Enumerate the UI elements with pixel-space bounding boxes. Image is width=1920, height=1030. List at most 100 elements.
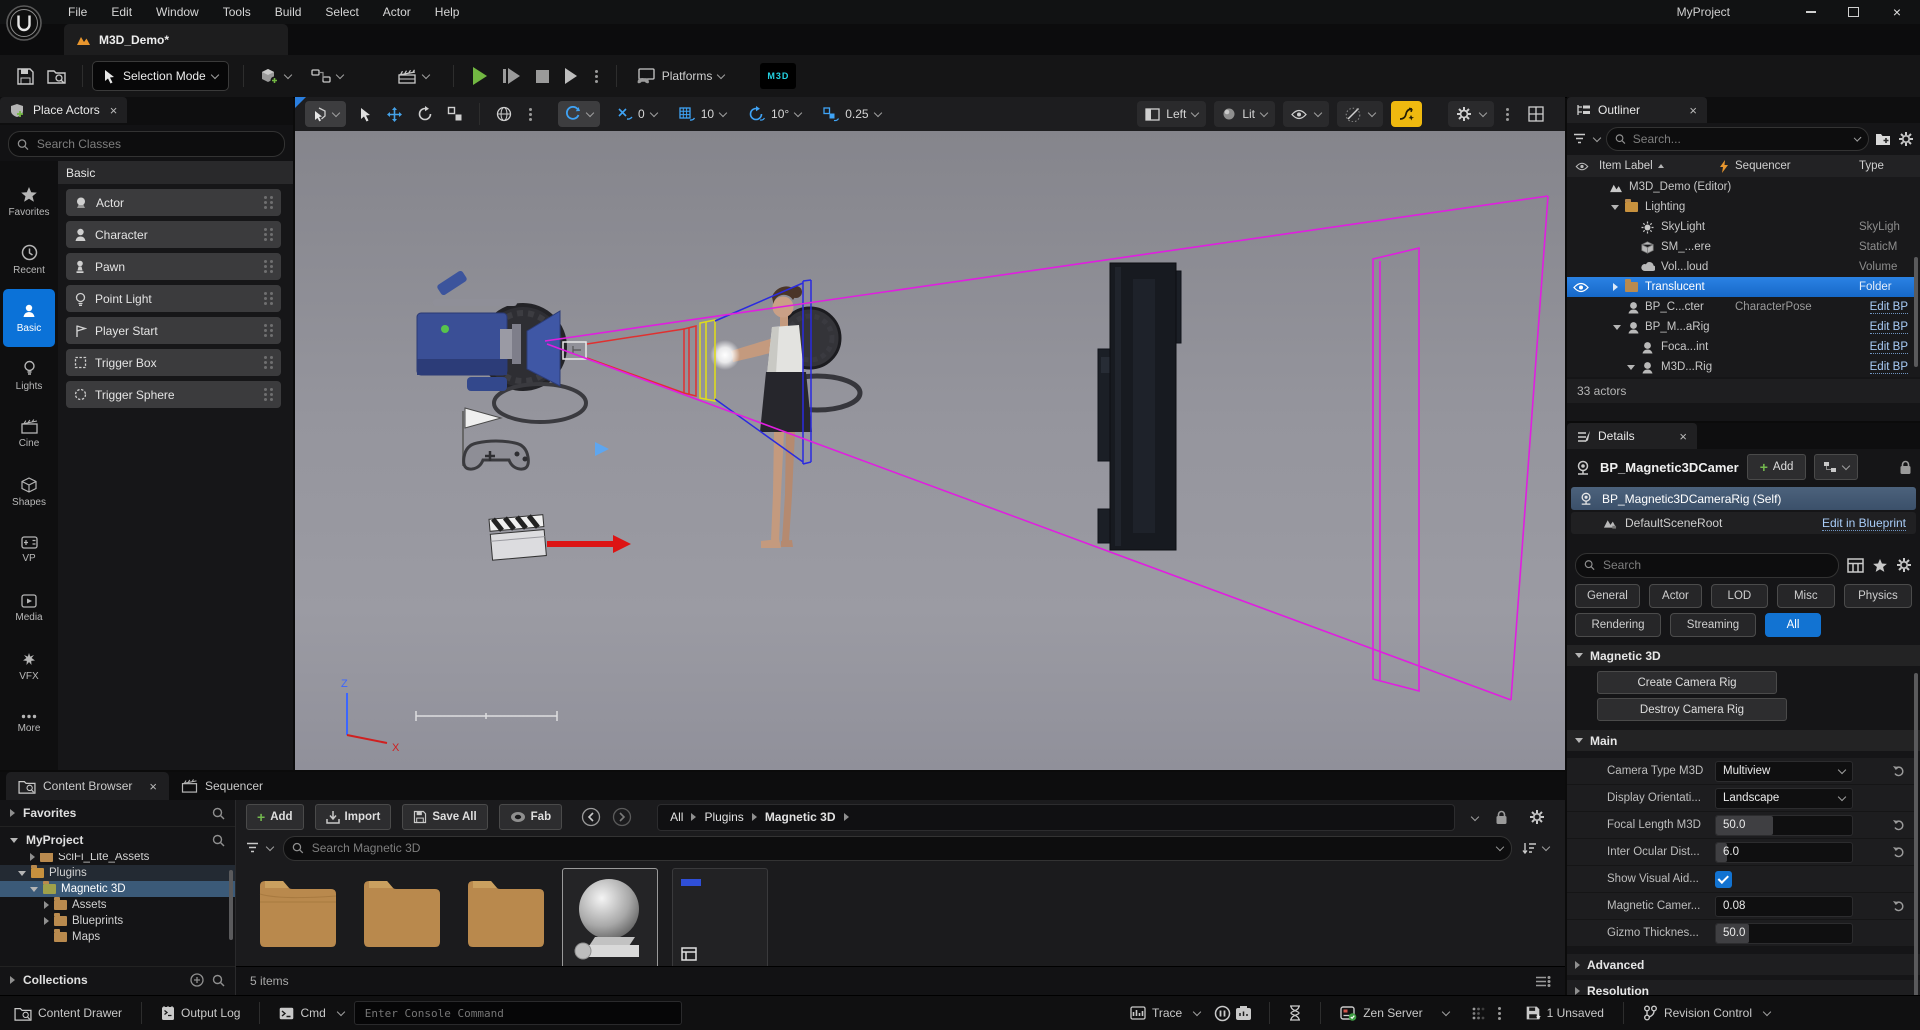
sequencer-tab[interactable]: Sequencer: [169, 772, 275, 800]
outliner-row[interactable]: SkyLight SkyLigh: [1567, 217, 1916, 237]
blueprints-dropdown[interactable]: [305, 61, 349, 91]
tree-assets[interactable]: Assets: [0, 897, 235, 913]
details-search-input[interactable]: [1601, 557, 1830, 573]
rail-recent[interactable]: Recent: [0, 231, 58, 289]
details-search-box[interactable]: [1575, 553, 1839, 578]
fab-button[interactable]: Fab: [499, 804, 562, 830]
magnetic-camera-input[interactable]: 0.08: [1715, 896, 1853, 917]
rotate-tool[interactable]: [410, 101, 440, 127]
asset-folder-tile[interactable]: [358, 872, 446, 967]
menu-actor[interactable]: Actor: [371, 0, 423, 24]
chip-streaming[interactable]: Streaming: [1670, 613, 1756, 637]
place-item-point-light[interactable]: Point Light: [66, 285, 281, 312]
close-icon[interactable]: ×: [1689, 103, 1697, 118]
rail-favorites[interactable]: Favorites: [0, 173, 58, 231]
chip-general[interactable]: General: [1575, 584, 1640, 608]
unreal-logo[interactable]: [5, 4, 43, 42]
camera-type-dropdown[interactable]: Multiview: [1715, 761, 1853, 782]
add-collection-icon[interactable]: [190, 973, 204, 987]
destroy-camera-rig-button[interactable]: Destroy Camera Rig: [1597, 698, 1787, 721]
output-log-button[interactable]: Output Log: [151, 996, 250, 1030]
save-button[interactable]: [10, 61, 41, 91]
tree-maps[interactable]: Maps: [0, 929, 235, 945]
cb-view-options-icon[interactable]: [1535, 975, 1551, 988]
view-perspective-dropdown[interactable]: Left: [1137, 101, 1206, 127]
section-main[interactable]: Main: [1567, 730, 1920, 751]
new-folder-icon[interactable]: [1875, 132, 1892, 146]
column-sequencer[interactable]: Sequencer: [1735, 160, 1791, 172]
favorites-icon[interactable]: [1872, 558, 1888, 573]
edit-in-blueprint-link[interactable]: Edit in Blueprint: [1822, 516, 1906, 531]
menu-select[interactable]: Select: [313, 0, 370, 24]
console-input-wrap[interactable]: [354, 1001, 682, 1025]
viewport-options-dots[interactable]: [1506, 113, 1509, 116]
reset-icon[interactable]: [1892, 900, 1905, 912]
myproject-group[interactable]: MyProject: [0, 826, 235, 853]
rail-lights[interactable]: Lights: [0, 347, 58, 405]
display-orientation-dropdown[interactable]: Landscape: [1715, 788, 1853, 809]
chip-actor[interactable]: Actor: [1649, 584, 1702, 608]
outliner-scrollbar[interactable]: [1914, 257, 1918, 367]
viewport-panel[interactable]: 0 10 10° 0.25 Left Lit: [295, 97, 1565, 770]
reset-icon[interactable]: [1892, 765, 1905, 777]
show-visual-aid-checkbox[interactable]: [1715, 871, 1732, 888]
close-icon[interactable]: ×: [149, 779, 157, 794]
tree-blueprints[interactable]: Blueprints: [0, 913, 235, 929]
component-row-root[interactable]: DefaultSceneRoot Edit in Blueprint: [1571, 512, 1916, 534]
derived-data-icon[interactable]: [1471, 1006, 1486, 1021]
outliner-tab[interactable]: Outliner ×: [1567, 97, 1707, 123]
cb-filter-dropdown[interactable]: [246, 842, 273, 854]
collections-group[interactable]: Collections: [0, 966, 235, 993]
menu-help[interactable]: Help: [423, 0, 472, 24]
asset-folder-tile[interactable]: [254, 872, 342, 967]
back-button[interactable]: [581, 807, 601, 827]
lit-mode-dropdown[interactable]: Lit: [1214, 101, 1275, 127]
rail-media[interactable]: Media: [0, 579, 58, 637]
add-component-button[interactable]: + Add: [1747, 454, 1807, 480]
tree-plugins[interactable]: Plugins: [0, 865, 235, 881]
tree-magnetic-3d[interactable]: Magnetic 3D: [0, 881, 235, 897]
gizmo-thickness-input[interactable]: 50.0: [1715, 923, 1853, 944]
rail-basic[interactable]: Basic: [3, 289, 55, 347]
scale-tool[interactable]: [440, 101, 470, 127]
section-advanced[interactable]: Advanced: [1567, 954, 1920, 975]
cinematics-dropdown[interactable]: [391, 61, 435, 91]
edit-bp-link[interactable]: Edit BP: [1870, 321, 1908, 334]
window-minimize-button[interactable]: [1790, 0, 1832, 24]
place-item-trigger-sphere[interactable]: Trigger Sphere: [66, 381, 281, 408]
quad-layout-button[interactable]: [1521, 101, 1551, 127]
snapshot-icon[interactable]: [1235, 1005, 1252, 1021]
play-button[interactable]: [473, 67, 487, 85]
outliner-search-box[interactable]: [1606, 127, 1869, 151]
import-button[interactable]: Import: [315, 804, 392, 830]
menu-build[interactable]: Build: [263, 0, 314, 24]
edit-bp-link[interactable]: Edit BP: [1870, 301, 1908, 314]
column-item-label[interactable]: Item Label: [1599, 160, 1653, 172]
blueprint-edit-dropdown[interactable]: [1814, 454, 1858, 480]
browse-content-button[interactable]: [41, 61, 73, 91]
rotation-snap-dropdown[interactable]: 10°: [741, 101, 808, 127]
status-options-dots[interactable]: [1498, 1012, 1501, 1015]
save-all-button[interactable]: Save All: [402, 804, 487, 830]
outliner-row[interactable]: BP_M...aRig Edit BP: [1567, 317, 1916, 337]
lock-icon[interactable]: [1899, 460, 1912, 475]
frame-skip-button[interactable]: [503, 68, 520, 84]
trace-dropdown[interactable]: Trace: [1120, 996, 1210, 1030]
content-drawer-button[interactable]: Content Drawer: [4, 996, 132, 1030]
place-item-trigger-box[interactable]: Trigger Box: [66, 349, 281, 376]
insights-pause-icon[interactable]: [1214, 1005, 1231, 1022]
menu-tools[interactable]: Tools: [211, 0, 263, 24]
close-icon[interactable]: ×: [1679, 429, 1687, 444]
eject-detach-button[interactable]: [565, 68, 577, 84]
place-actors-tab[interactable]: Place Actors ×: [0, 97, 127, 123]
select-tool[interactable]: [352, 101, 379, 127]
viewport-settings-dropdown[interactable]: [1448, 101, 1494, 127]
forward-button[interactable]: [612, 807, 632, 827]
viewport-3d-scene[interactable]: Z X: [295, 131, 1565, 770]
display-filter-icon[interactable]: [1847, 558, 1864, 573]
place-item-player-start[interactable]: Player Start: [66, 317, 281, 344]
content-browser-tab[interactable]: Content Browser ×: [6, 772, 169, 800]
cmd-dropdown[interactable]: Cmd: [269, 996, 353, 1030]
outliner-settings-icon[interactable]: [1898, 131, 1914, 147]
unsaved-button[interactable]: 1 Unsaved: [1515, 996, 1614, 1030]
